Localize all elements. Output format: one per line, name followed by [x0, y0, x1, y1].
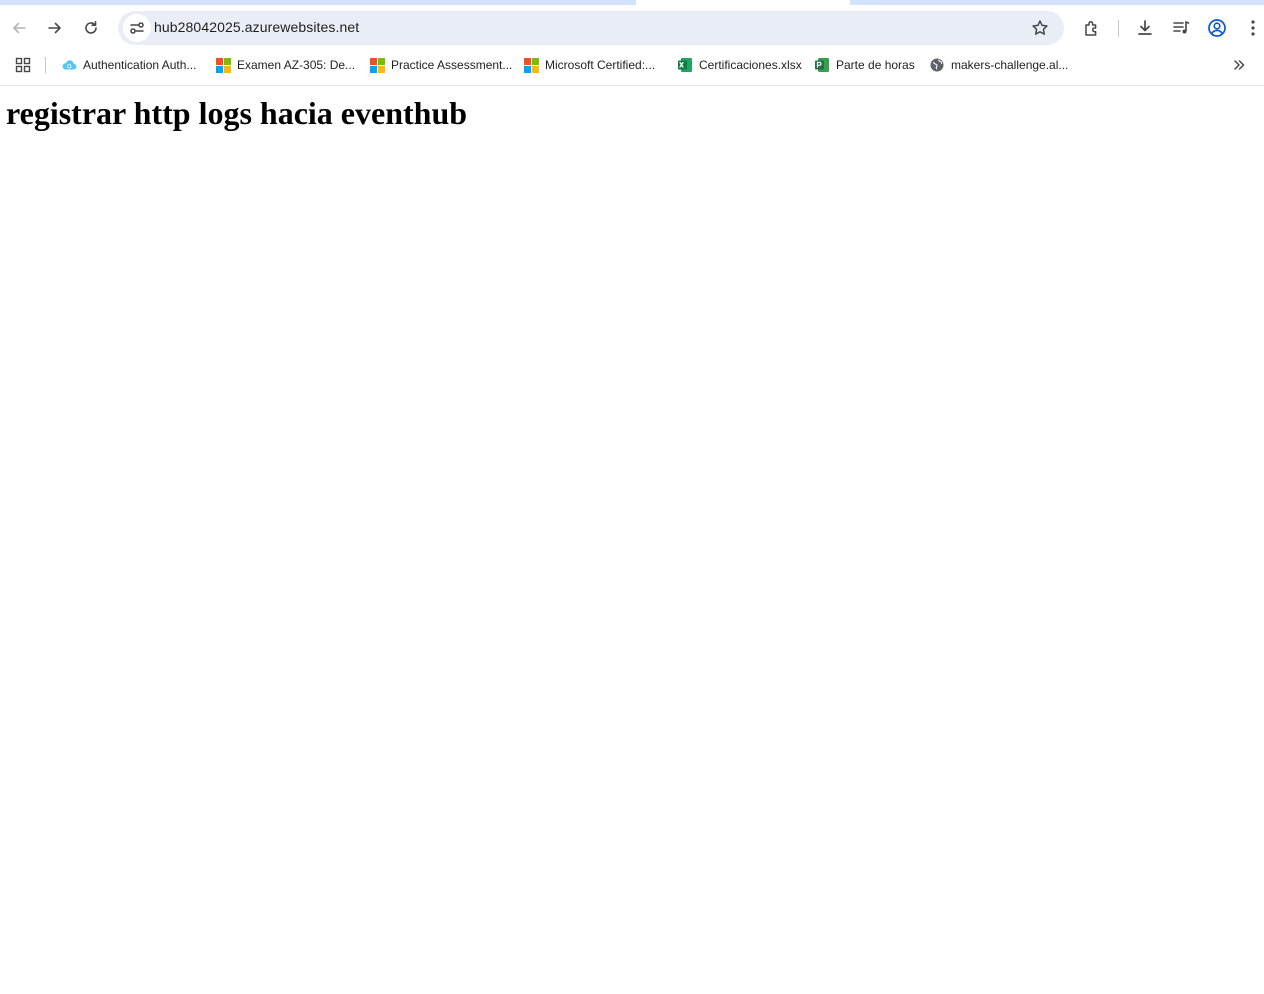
bookmark-authentication[interactable]: Authentication Auth... [61, 54, 196, 76]
back-icon [11, 20, 27, 36]
apps-grid-icon [15, 57, 31, 73]
menu-icon [1250, 19, 1256, 37]
site-info-button[interactable] [123, 14, 151, 42]
bookmark-label: Certificaciones.xlsx [699, 58, 802, 72]
browser-toolbar: hub28042025.azurewebsites.net [0, 10, 1264, 46]
tab-strip [0, 0, 1264, 5]
bookmark-practice-assessment[interactable]: Practice Assessment... [369, 54, 512, 76]
globe-icon [929, 57, 945, 73]
profile-button[interactable] [1202, 13, 1232, 43]
media-control-button[interactable] [1166, 13, 1196, 43]
bookmark-star-button[interactable] [1026, 14, 1054, 42]
active-tab[interactable] [646, 0, 850, 5]
downloads-icon [1136, 19, 1154, 37]
profile-icon [1207, 18, 1227, 38]
reload-icon [83, 20, 99, 36]
bookmark-certificaciones[interactable]: Certificaciones.xlsx [677, 54, 802, 76]
bookmark-label: Parte de horas [836, 58, 915, 72]
bookmark-parte-de-horas[interactable]: Parte de horas [814, 54, 915, 76]
page-heading: registrar http logs hacia eventhub [6, 95, 468, 131]
project-icon [814, 57, 830, 73]
bookmark-examen-az305[interactable]: Examen AZ-305: De... [215, 54, 355, 76]
excel-icon [677, 57, 693, 73]
downloads-button[interactable] [1130, 13, 1160, 43]
url-text[interactable]: hub28042025.azurewebsites.net [154, 19, 359, 35]
bookmark-microsoft-certified[interactable]: Microsoft Certified:... [523, 54, 655, 76]
microsoft-logo-icon [215, 57, 231, 73]
media-control-icon [1172, 19, 1190, 37]
reload-button[interactable] [76, 13, 106, 43]
apps-button[interactable] [12, 54, 34, 76]
back-button[interactable] [4, 13, 34, 43]
extensions-icon [1083, 19, 1101, 37]
menu-button[interactable] [1238, 13, 1264, 43]
forward-icon [47, 20, 63, 36]
bookmark-star-icon [1031, 19, 1049, 37]
extensions-button[interactable] [1077, 13, 1107, 43]
bookmark-label: Examen AZ-305: De... [237, 58, 356, 72]
site-info-icon [129, 20, 145, 36]
chevron-double-right-icon [1232, 58, 1246, 72]
toolbar-divider [1118, 20, 1119, 37]
bookmark-makers-challenge[interactable]: makers-challenge.al... [929, 54, 1068, 76]
microsoft-logo-icon [369, 57, 385, 73]
forward-button[interactable] [40, 13, 70, 43]
bookmark-label: Authentication Auth... [83, 58, 197, 72]
azure-cloud-icon [61, 57, 77, 73]
microsoft-logo-icon [523, 57, 539, 73]
bookmark-label: Microsoft Certified:... [545, 58, 656, 72]
more-bookmarks-button[interactable] [1228, 54, 1250, 76]
page-content: registrar http logs hacia eventhub [0, 86, 1264, 994]
bookmarks-divider [45, 57, 46, 73]
bookmark-label: Practice Assessment... [391, 58, 513, 72]
browser-chrome: hub28042025.azurewebsites.net Authentica… [0, 0, 1264, 86]
bookmarks-bar: Authentication Auth... Examen AZ-305: De… [0, 52, 1264, 78]
address-bar[interactable]: hub28042025.azurewebsites.net [118, 11, 1064, 45]
bookmark-label: makers-challenge.al... [951, 58, 1069, 72]
